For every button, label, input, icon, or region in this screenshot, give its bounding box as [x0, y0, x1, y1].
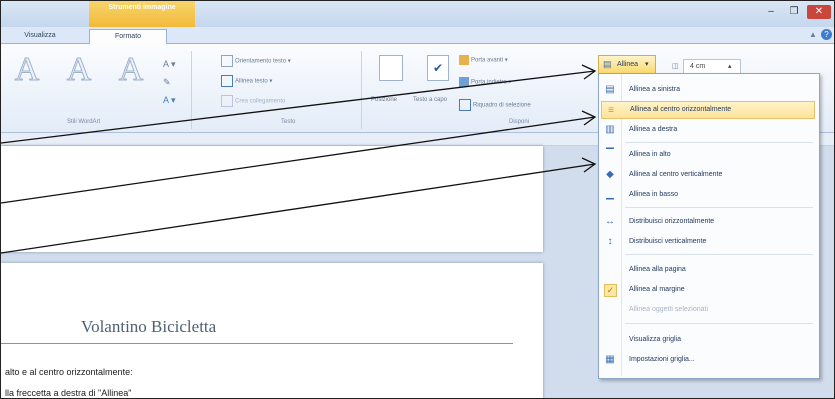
annotation-arrows [1, 64, 597, 254]
word-window: Strumenti immagine – ❐ ✕ Visualizza Form… [0, 0, 835, 399]
arrow-to-align-button [1, 70, 596, 144]
arrow-to-align-top [1, 163, 596, 254]
arrow-to-align-center [1, 116, 596, 204]
